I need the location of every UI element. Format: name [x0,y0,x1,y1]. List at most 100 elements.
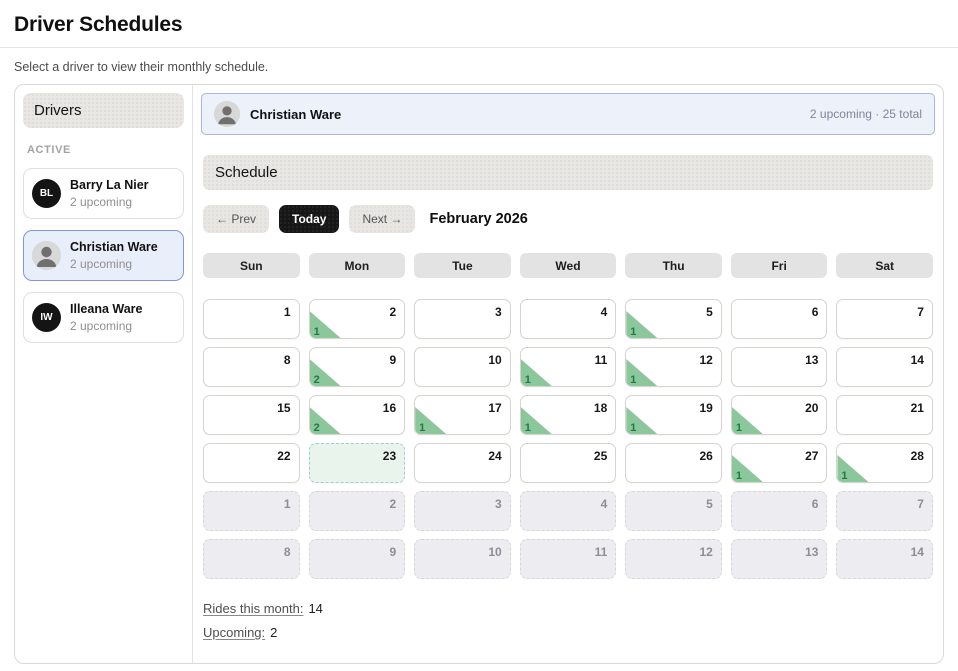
calendar-day[interactable]: 20 1 [731,395,828,435]
day-number: 19 [699,401,712,415]
calendar-day[interactable]: 10 [414,539,511,579]
weekday-header: Tue [414,253,511,278]
day-number: 13 [805,545,818,559]
calendar-day[interactable]: 15 [203,395,300,435]
driver-status: 2 upcoming [70,194,149,210]
calendar-day[interactable]: 14 [836,347,933,387]
calendar-day[interactable]: 5 1 [625,299,722,339]
day-number: 14 [911,545,924,559]
selected-driver-banner: Christian Ware 2 upcoming · 25 total [201,93,935,135]
day-number: 25 [594,449,607,463]
page-subtitle: Select a driver to view their monthly sc… [14,60,944,74]
weekday-header: Wed [520,253,617,278]
day-number: 18 [594,401,607,415]
rides-count: 1 [630,374,636,386]
calendar-day[interactable]: 26 [625,443,722,483]
day-number: 11 [595,545,608,559]
calendar-day[interactable]: 17 1 [414,395,511,435]
calendar-day[interactable]: 28 1 [836,443,933,483]
calendar-day[interactable]: 21 [836,395,933,435]
calendar-day[interactable]: 12 1 [625,347,722,387]
calendar-day[interactable]: 8 [203,347,300,387]
calendar-day[interactable]: 4 [520,299,617,339]
calendar-day[interactable]: 16 2 [309,395,406,435]
calendar-day[interactable]: 7 [836,299,933,339]
calendar-day[interactable]: 2 [309,491,406,531]
calendar-day[interactable]: 9 2 [309,347,406,387]
rides-count: 1 [841,470,847,482]
person-photo-icon [214,101,240,127]
rides-badge: 1 [626,359,657,386]
prev-month-button[interactable]: ← Prev [203,205,269,233]
rides-count: 1 [314,326,320,338]
driver-list-item[interactable]: BL Barry La Nier 2 upcoming [23,168,184,219]
upcoming-label: Upcoming: [203,625,265,640]
driver-initials: BL [40,188,53,199]
calendar-day[interactable]: 6 [731,299,828,339]
rides-this-month: Rides this month:14 [203,601,933,616]
driver-name: Illeana Ware [70,301,143,318]
schedule-header: Schedule [203,155,933,190]
calendar-day[interactable]: 1 [203,299,300,339]
driver-initials: IW [40,312,52,323]
driver-name: Christian Ware [70,239,158,256]
calendar-day[interactable]: 22 [203,443,300,483]
calendar-day[interactable]: 14 [836,539,933,579]
today-button[interactable]: Today [279,205,339,233]
calendar-day[interactable]: 6 [731,491,828,531]
day-number: 5 [706,305,713,319]
calendar-day[interactable]: 4 [520,491,617,531]
calendar-day[interactable]: 11 [520,539,617,579]
calendar-day[interactable]: 7 [836,491,933,531]
calendar-day[interactable]: 25 [520,443,617,483]
calendar-day[interactable]: 3 [414,299,511,339]
calendar-day[interactable]: 18 1 [520,395,617,435]
day-number: 13 [805,353,818,367]
calendar-day[interactable]: 9 [309,539,406,579]
rides-count: 2 [314,374,320,386]
calendar-day[interactable]: 2 1 [309,299,406,339]
day-number: 6 [812,497,819,511]
day-number: 1 [284,497,291,511]
rides-count: 2 [314,422,320,434]
calendar-day[interactable]: 10 [414,347,511,387]
calendar-day[interactable]: 13 [731,347,828,387]
day-number: 4 [601,305,608,319]
active-section-label: ACTIVE [27,144,182,156]
day-number: 11 [595,353,608,367]
calendar-day[interactable]: 23 [309,443,406,483]
weekday-header: Sun [203,253,300,278]
calendar-day[interactable]: 5 [625,491,722,531]
day-number: 17 [488,401,501,415]
rides-badge: 1 [521,359,552,386]
calendar-day[interactable]: 8 [203,539,300,579]
calendar-day[interactable]: 13 [731,539,828,579]
day-number: 14 [911,353,924,367]
rides-badge: 1 [837,455,868,482]
driver-summary: 2 upcoming · 25 total [810,107,922,121]
calendar-day[interactable]: 19 1 [625,395,722,435]
day-number: 10 [488,545,501,559]
calendar-nav: ← Prev Today Next → February 2026 [203,205,933,233]
driver-list: BL Barry La Nier 2 upcoming [23,168,184,343]
rides-badge: 1 [415,407,446,434]
calendar-day[interactable]: 27 1 [731,443,828,483]
calendar-grid: 1 2 1 3 [203,299,933,579]
calendar-day[interactable]: 12 [625,539,722,579]
calendar-day[interactable]: 11 1 [520,347,617,387]
calendar-day[interactable]: 1 [203,491,300,531]
next-month-button[interactable]: Next → [349,205,415,233]
day-number: 16 [383,401,396,415]
day-number: 20 [805,401,818,415]
driver-list-item[interactable]: IW Illeana Ware 2 upcoming [23,292,184,343]
driver-name: Barry La Nier [70,177,149,194]
day-number: 12 [699,545,712,559]
calendar-day[interactable]: 3 [414,491,511,531]
month-stats: Rides this month:14 Upcoming:2 [203,601,933,649]
driver-list-item[interactable]: CW Christian Ware 2 upcoming [23,230,184,281]
rides-count: 1 [525,422,531,434]
weekday-header: Sat [836,253,933,278]
rides-this-month-value: 14 [308,601,322,616]
rides-badge: 1 [732,455,763,482]
calendar-day[interactable]: 24 [414,443,511,483]
